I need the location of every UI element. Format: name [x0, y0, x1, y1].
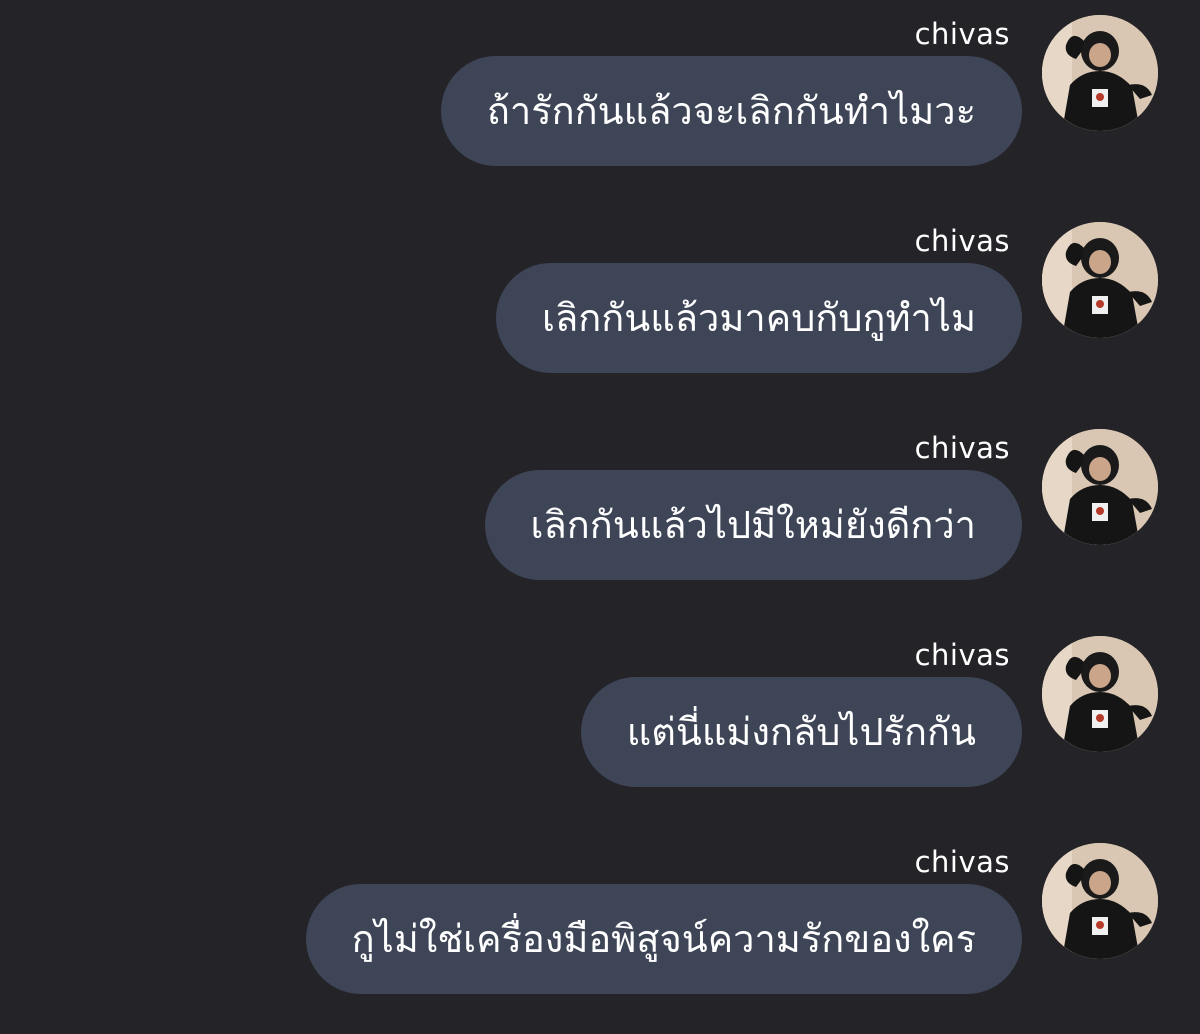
- avatar-icon[interactable]: [1042, 15, 1158, 131]
- message-bubble[interactable]: เลิกกันแล้วไปมีใหม่ยังดีกว่า: [484, 470, 1022, 580]
- sender-name: chivas: [914, 17, 1010, 51]
- message-row: chivas เลิกกันแล้วไปมีใหม่ยังดีกว่า: [0, 414, 1200, 614]
- message-bubble[interactable]: เลิกกันแล้วมาคบกับกูทำไม: [496, 263, 1022, 373]
- message-bubble[interactable]: กูไม่ใช่เครื่องมือพิสูจน์ความรักของใคร: [305, 884, 1022, 994]
- message-bubble[interactable]: แต่นี่แม่งกลับไปรักกัน: [580, 677, 1022, 787]
- message-bubble[interactable]: ถ้ารักกันแล้วจะเลิกกันทำไมวะ: [440, 56, 1022, 166]
- chat-thread: chivas ถ้ารักกันแล้วจะเลิกกันทำไมวะ chiv…: [0, 0, 1200, 1034]
- message-row: chivas ถ้ารักกันแล้วจะเลิกกันทำไมวะ: [0, 0, 1200, 200]
- message-row: chivas เลิกกันแล้วมาคบกับกูทำไม: [0, 207, 1200, 407]
- sender-name: chivas: [914, 638, 1010, 672]
- message-row: chivas แต่นี่แม่งกลับไปรักกัน: [0, 621, 1200, 821]
- sender-name: chivas: [914, 431, 1010, 465]
- message-row: chivas กูไม่ใช่เครื่องมือพิสูจน์ความรักข…: [0, 828, 1200, 1028]
- sender-name: chivas: [914, 845, 1010, 879]
- avatar-icon[interactable]: [1042, 636, 1158, 752]
- avatar-icon[interactable]: [1042, 843, 1158, 959]
- sender-name: chivas: [914, 224, 1010, 258]
- avatar-icon[interactable]: [1042, 222, 1158, 338]
- avatar-icon[interactable]: [1042, 429, 1158, 545]
